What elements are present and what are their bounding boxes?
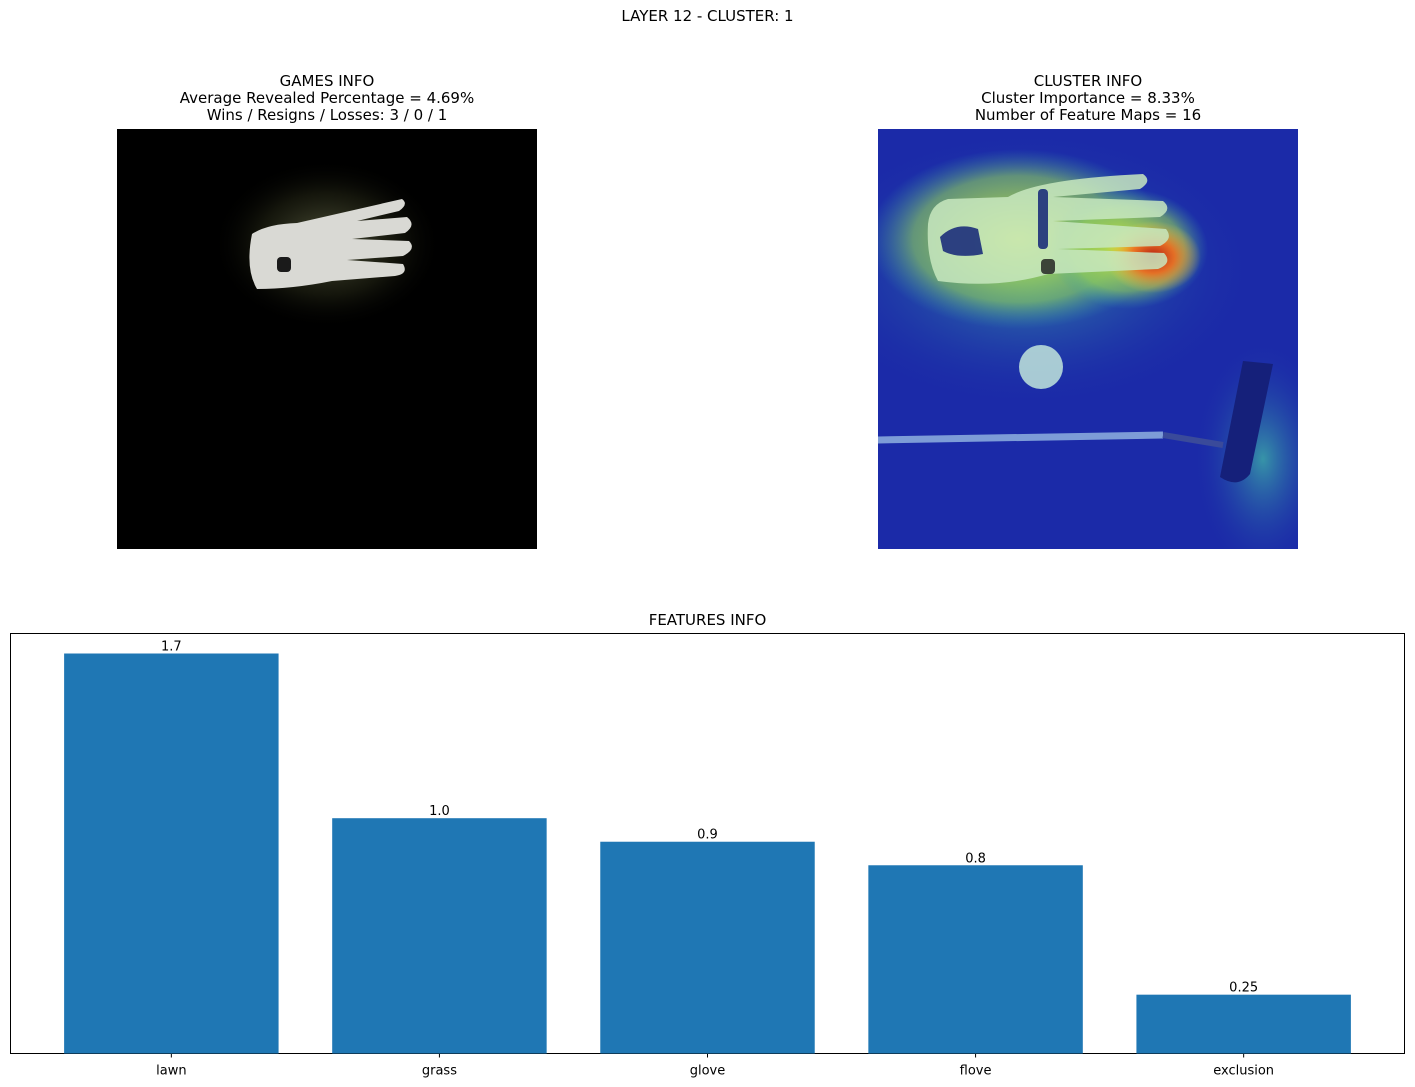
x-ticks-group: lawn grass glove flove exclusion bbox=[156, 1053, 1274, 1079]
bar-flove bbox=[868, 865, 1083, 1054]
x-tick-label-grass: grass bbox=[422, 1064, 457, 1079]
bars-group bbox=[64, 653, 1351, 1054]
bar-glove bbox=[600, 841, 815, 1054]
value-label-grass: 1.0 bbox=[429, 804, 450, 819]
value-label-flove: 0.8 bbox=[965, 851, 986, 866]
value-label-lawn: 1.7 bbox=[161, 640, 182, 655]
features-bar-chart: 1.7 1.0 0.9 0.8 0.25 lawn grass glove flove excl… bbox=[10, 633, 1405, 1079]
x-tick-label-lawn: lawn bbox=[156, 1064, 186, 1079]
x-tick-label-exclusion: exclusion bbox=[1213, 1064, 1274, 1079]
x-tick-label-glove: glove bbox=[690, 1064, 726, 1079]
bar-exclusion bbox=[1136, 994, 1351, 1054]
value-label-glove: 0.9 bbox=[697, 828, 718, 843]
bar-grass bbox=[332, 818, 547, 1054]
bar-lawn bbox=[64, 653, 279, 1054]
x-tick-label-flove: flove bbox=[960, 1064, 992, 1079]
value-label-exclusion: 0.25 bbox=[1229, 981, 1258, 996]
